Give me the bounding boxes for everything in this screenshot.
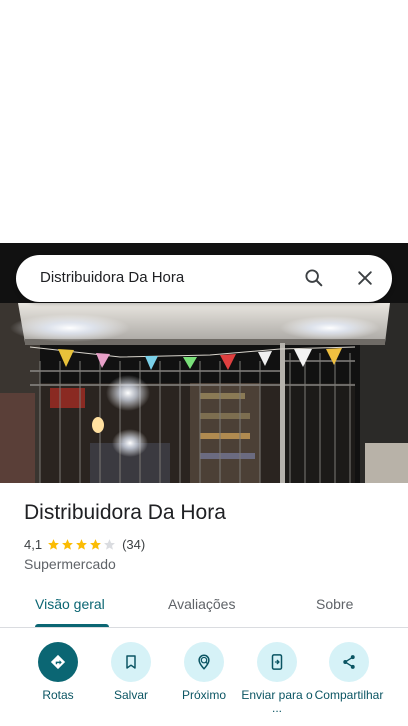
rating-stars [47, 538, 117, 551]
share-icon [329, 642, 369, 682]
star-icon [90, 539, 101, 550]
star-icon [62, 539, 73, 550]
share-label: Compartilhar [314, 688, 384, 702]
place-name: Distribuidora Da Hora [24, 501, 226, 524]
close-icon[interactable] [348, 261, 382, 295]
tab-overview[interactable]: Visão geral [35, 596, 105, 612]
nearby-button[interactable]: Próximo [165, 642, 243, 702]
send-to-phone-icon [257, 642, 297, 682]
star-icon [48, 539, 59, 550]
place-category[interactable]: Supermercado [24, 556, 116, 572]
tab-about[interactable]: Sobre [316, 596, 353, 612]
search-icon[interactable] [297, 261, 331, 295]
directions-button[interactable]: Rotas [19, 642, 97, 702]
send-to-phone-button[interactable]: Enviar para o ... [238, 642, 316, 715]
rating-row[interactable]: 4,1 (34) [24, 536, 145, 553]
directions-icon [38, 642, 78, 682]
tab-reviews[interactable]: Avaliações [168, 596, 235, 612]
directions-label: Rotas [42, 688, 74, 702]
share-button[interactable]: Compartilhar [310, 642, 388, 702]
active-tab-indicator [35, 624, 109, 627]
review-count[interactable]: (34) [122, 537, 145, 552]
bookmark-icon [111, 642, 151, 682]
send-to-phone-label: Enviar para o ... [241, 688, 313, 715]
rating-value: 4,1 [24, 537, 43, 552]
search-bar[interactable]: Distribuidora Da Hora [16, 255, 392, 302]
star-icon [76, 539, 87, 550]
save-label: Salvar [113, 688, 148, 702]
star-empty-icon [104, 539, 115, 550]
tab-bar: Visão geral Avaliações Sobre [0, 585, 408, 628]
search-query[interactable]: Distribuidora Da Hora [40, 269, 184, 286]
save-button[interactable]: Salvar [92, 642, 170, 702]
empty-map-area [0, 0, 408, 243]
nearby-icon [184, 642, 224, 682]
nearby-label: Próximo [181, 688, 226, 702]
